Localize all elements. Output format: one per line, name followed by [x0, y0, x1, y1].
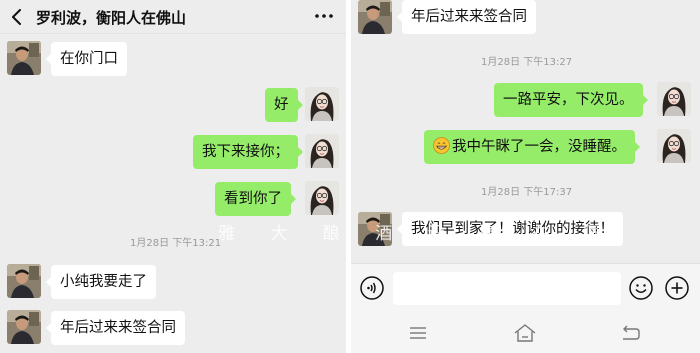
grin-emoji-icon — [433, 137, 450, 154]
avatar-self[interactable] — [305, 181, 339, 215]
message-text: 我中午眯了一会，没睡醒。 — [452, 139, 626, 155]
message-incoming: 小纯我要走了 — [46, 265, 156, 299]
avatar-self[interactable] — [657, 129, 691, 163]
message-incoming: 我们早到家了！谢谢你的接待！ — [397, 212, 623, 246]
message-outgoing: 看到你了 — [215, 182, 296, 216]
timestamp: 1月28日 下午13:21 — [130, 238, 222, 249]
avatar-self[interactable] — [305, 87, 339, 121]
chat-header: 罗利波，衡阳人在佛山 — [0, 0, 346, 34]
left-chat-panel: 罗利波，衡阳人在佛山 在你门口 好 我下来接你； 看到你了 1月28日 下午13… — [0, 0, 346, 353]
timestamp: 1月28日 下午17:37 — [481, 187, 573, 198]
timestamp: 1月28日 下午13:27 — [481, 57, 573, 68]
avatar-self[interactable] — [305, 134, 339, 168]
right-chat-panel: 年后过来来签合同 1月28日 下午13:27 一路平安，下次见。 我中午眯了一会… — [351, 0, 700, 353]
home-icon[interactable] — [513, 323, 537, 343]
voice-icon[interactable] — [360, 276, 384, 300]
message-input[interactable] — [393, 272, 621, 305]
message-outgoing: 我下来接你； — [193, 135, 303, 169]
back-nav-icon[interactable] — [620, 325, 640, 341]
emoji-icon[interactable] — [629, 276, 653, 300]
more-icon[interactable] — [314, 13, 334, 19]
back-icon[interactable] — [10, 9, 24, 25]
system-nav-bar — [351, 313, 700, 353]
avatar-contact[interactable] — [7, 41, 41, 75]
chat-title: 罗利波，衡阳人在佛山 — [36, 9, 187, 27]
message-incoming: 年后过来来签合同 — [397, 0, 536, 34]
avatar-self[interactable] — [657, 82, 691, 116]
avatar-contact[interactable] — [358, 0, 392, 34]
menu-icon[interactable] — [409, 325, 427, 341]
avatar-contact[interactable] — [358, 212, 392, 246]
input-bar — [351, 263, 700, 313]
message-incoming: 年后过来来签合同 — [46, 311, 185, 345]
plus-icon[interactable] — [665, 276, 689, 300]
message-outgoing: 我中午眯了一会，没睡醒。 — [424, 130, 640, 164]
message-outgoing: 一路平安，下次见。 — [494, 83, 647, 117]
avatar-contact[interactable] — [7, 310, 41, 344]
message-outgoing: 好 — [265, 88, 302, 122]
message-incoming: 在你门口 — [46, 42, 127, 76]
avatar-contact[interactable] — [7, 264, 41, 298]
